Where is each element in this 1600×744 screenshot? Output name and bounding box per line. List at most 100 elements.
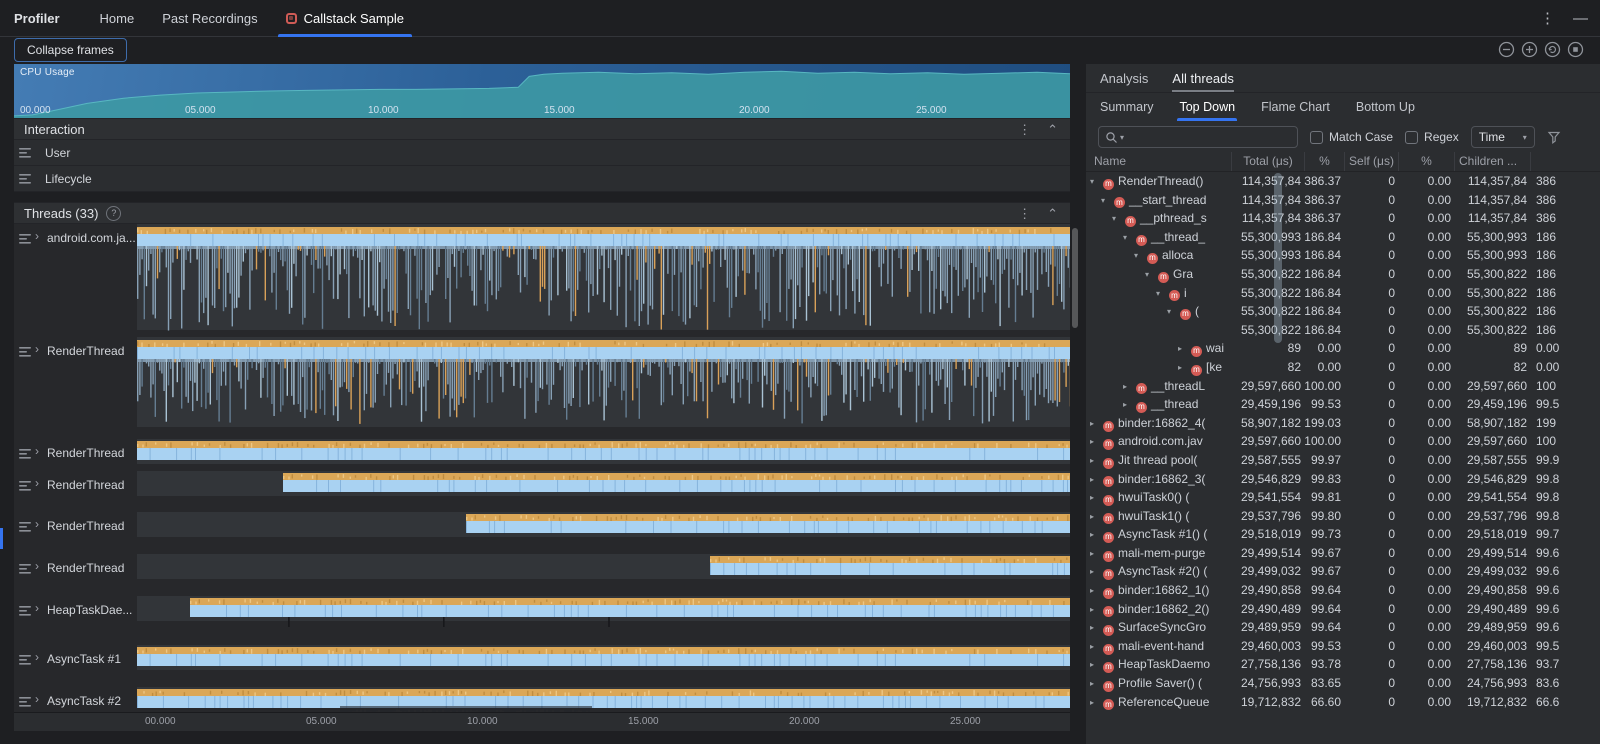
interaction-collapse-icon[interactable]: ⌃ bbox=[1047, 123, 1058, 136]
table-row[interactable]: ▾m__thread_55,300,993186.8400.0055,300,9… bbox=[1086, 228, 1600, 247]
tree-collapse-icon[interactable]: ▾ bbox=[1145, 266, 1157, 284]
tree-collapse-icon[interactable]: ▾ bbox=[1101, 192, 1113, 210]
tree-expand-icon[interactable]: ▸ bbox=[1090, 601, 1102, 619]
table-row[interactable]: ▸mHeapTaskDaemo27,758,13693.7800.0027,75… bbox=[1086, 655, 1600, 674]
thread-row[interactable]: ›android.com.ja... bbox=[14, 224, 1070, 330]
help-icon[interactable]: ? bbox=[106, 206, 121, 221]
table-row[interactable]: ▸mmali-mem-purge29,499,51499.6700.0029,4… bbox=[1086, 544, 1600, 563]
table-row[interactable]: ▸mandroid.com.jav29,597,660100.0000.0029… bbox=[1086, 432, 1600, 451]
tab-bottom-up[interactable]: Bottom Up bbox=[1356, 93, 1415, 121]
table-row[interactable]: ▸mwai890.0000.00890.00 bbox=[1086, 339, 1600, 358]
tab-analysis[interactable]: Analysis bbox=[1100, 64, 1148, 92]
time-dropdown[interactable]: Time ▾ bbox=[1471, 126, 1535, 148]
table-row[interactable]: ▸mbinder:16862_4(58,907,182199.0300.0058… bbox=[1086, 414, 1600, 433]
table-row[interactable]: ▾m__start_thread114,357,84386.3700.00114… bbox=[1086, 191, 1600, 210]
thread-row[interactable]: ›RenderThread bbox=[14, 439, 1070, 464]
thread-track[interactable] bbox=[137, 687, 1070, 708]
thread-track[interactable] bbox=[137, 439, 1070, 464]
column-header-pct-cut[interactable]: % bbox=[1398, 152, 1454, 171]
search-field[interactable]: ▾ bbox=[1098, 126, 1298, 148]
tree-collapse-icon[interactable]: ▾ bbox=[1123, 229, 1135, 247]
thread-row[interactable]: ›AsyncTask #1 bbox=[14, 645, 1070, 670]
search-input[interactable] bbox=[1128, 129, 1291, 145]
minimize-icon[interactable]: — bbox=[1573, 11, 1588, 26]
table-row[interactable]: ▸m__thread29,459,19699.5300.0029,459,196… bbox=[1086, 395, 1600, 414]
chevron-right-icon[interactable]: › bbox=[35, 559, 39, 573]
threads-header[interactable]: Threads (33) ? ⋮ ⌃ bbox=[14, 202, 1070, 224]
threads-kebab-icon[interactable]: ⋮ bbox=[1018, 207, 1031, 220]
tree-expand-icon[interactable]: ▸ bbox=[1090, 656, 1102, 674]
tree-expand-icon[interactable]: ▸ bbox=[1090, 694, 1102, 712]
column-header-self-s[interactable]: Self (μs) bbox=[1344, 152, 1398, 171]
tree-expand-icon[interactable]: ▸ bbox=[1090, 452, 1102, 470]
chevron-right-icon[interactable]: › bbox=[35, 650, 39, 664]
tree-expand-icon[interactable]: ▸ bbox=[1090, 619, 1102, 637]
zoom-to-selection-icon[interactable] bbox=[1567, 41, 1584, 58]
tree-expand-icon[interactable]: ▸ bbox=[1090, 638, 1102, 656]
nav-tab-past-recordings[interactable]: Past Recordings bbox=[148, 0, 271, 36]
chevron-right-icon[interactable]: › bbox=[35, 692, 39, 706]
reset-zoom-icon[interactable] bbox=[1544, 41, 1561, 58]
tree-expand-icon[interactable]: ▸ bbox=[1123, 378, 1135, 396]
thread-row[interactable]: ›AsyncTask #2 bbox=[14, 687, 1070, 708]
table-row[interactable]: ▸m[ke820.0000.00820.00 bbox=[1086, 358, 1600, 377]
tree-expand-icon[interactable]: ▸ bbox=[1090, 471, 1102, 489]
thread-track[interactable] bbox=[137, 596, 1070, 621]
table-row[interactable]: ▸mhwuiTask0() (29,541,55499.8100.0029,54… bbox=[1086, 488, 1600, 507]
tree-collapse-icon[interactable]: ▾ bbox=[1134, 247, 1146, 265]
interaction-row-lifecycle[interactable]: Lifecycle bbox=[14, 166, 1070, 192]
chevron-right-icon[interactable]: › bbox=[35, 517, 39, 531]
table-row[interactable]: ▸m__threadL29,597,660100.0000.0029,597,6… bbox=[1086, 377, 1600, 396]
tree-expand-icon[interactable]: ▸ bbox=[1090, 582, 1102, 600]
thread-track[interactable] bbox=[137, 645, 1070, 670]
cpu-usage-chart[interactable]: CPU Usage 00.00005.00010.00015.00020.000… bbox=[14, 64, 1070, 118]
table-row[interactable]: ▾m__pthread_s114,357,84386.3700.00114,35… bbox=[1086, 209, 1600, 228]
tree-collapse-icon[interactable]: ▾ bbox=[1167, 303, 1179, 321]
collapse-frames-button[interactable]: Collapse frames bbox=[14, 38, 127, 62]
chevron-right-icon[interactable]: › bbox=[35, 444, 39, 458]
tree-expand-icon[interactable]: ▸ bbox=[1090, 563, 1102, 581]
tree-expand-icon[interactable]: ▸ bbox=[1123, 396, 1135, 414]
table-scrollbar-thumb[interactable] bbox=[1274, 173, 1282, 343]
table-row[interactable]: ▸mReferenceQueue19,712,83266.6000.0019,7… bbox=[1086, 693, 1600, 712]
table-row[interactable]: ▸mAsyncTask #1() (29,518,01999.7300.0029… bbox=[1086, 525, 1600, 544]
nav-tab-home[interactable]: Home bbox=[86, 0, 149, 36]
regex-checkbox[interactable]: Regex bbox=[1405, 130, 1459, 144]
tree-expand-icon[interactable]: ▸ bbox=[1090, 489, 1102, 507]
thread-row[interactable]: ›RenderThread bbox=[14, 554, 1070, 579]
chevron-right-icon[interactable]: › bbox=[35, 229, 39, 243]
tree-collapse-icon[interactable]: ▾ bbox=[1090, 173, 1102, 191]
tab-flame-chart[interactable]: Flame Chart bbox=[1261, 93, 1330, 121]
thread-row[interactable]: ›RenderThread bbox=[14, 337, 1070, 427]
tree-collapse-icon[interactable]: ▾ bbox=[1112, 210, 1124, 228]
column-header-pct-cut[interactable]: % bbox=[1304, 152, 1344, 171]
timeline-scrollbar-thumb[interactable] bbox=[1072, 228, 1078, 328]
table-row[interactable]: ▾mRenderThread()114,357,84386.3700.00114… bbox=[1086, 172, 1600, 191]
tree-expand-icon[interactable]: ▸ bbox=[1178, 340, 1190, 358]
thread-track[interactable] bbox=[137, 512, 1070, 537]
table-row[interactable]: ▾m(55,300,822186.8400.0055,300,822186 bbox=[1086, 302, 1600, 321]
thread-row[interactable]: ›RenderThread bbox=[14, 512, 1070, 537]
table-row[interactable]: ▸mSurfaceSyncGro29,489,95999.6400.0029,4… bbox=[1086, 618, 1600, 637]
table-row[interactable]: ▸mProfile Saver() (24,756,99383.6500.002… bbox=[1086, 674, 1600, 693]
table-row[interactable]: ▸mJit thread pool(29,587,55599.9700.0029… bbox=[1086, 451, 1600, 470]
tree-expand-icon[interactable]: ▸ bbox=[1090, 433, 1102, 451]
thread-track[interactable] bbox=[137, 337, 1070, 427]
table-row[interactable]: ▾malloca55,300,993186.8400.0055,300,9931… bbox=[1086, 246, 1600, 265]
thread-track[interactable] bbox=[137, 224, 1070, 330]
tree-expand-icon[interactable]: ▸ bbox=[1090, 526, 1102, 544]
chevron-right-icon[interactable]: › bbox=[35, 342, 39, 356]
column-header-pct-cut[interactable] bbox=[1530, 152, 1598, 171]
table-row[interactable]: 55,300,822186.8400.0055,300,822186 bbox=[1086, 321, 1600, 340]
thread-track[interactable] bbox=[137, 471, 1070, 496]
tree-expand-icon[interactable]: ▸ bbox=[1178, 359, 1190, 377]
column-header-children[interactable]: Children ... bbox=[1454, 152, 1530, 171]
thread-row[interactable]: ›RenderThread bbox=[14, 471, 1070, 496]
tab-all-threads[interactable]: All threads bbox=[1172, 64, 1233, 92]
table-row[interactable]: ▾mi55,300,822186.8400.0055,300,822186 bbox=[1086, 284, 1600, 303]
tab-top-down[interactable]: Top Down bbox=[1179, 93, 1235, 121]
table-row[interactable]: ▸mAsyncTask #2() (29,499,03299.6700.0029… bbox=[1086, 562, 1600, 581]
search-options-caret-icon[interactable]: ▾ bbox=[1120, 133, 1124, 142]
nav-tab-callstack-sample[interactable]: Callstack Sample bbox=[272, 0, 418, 36]
filter-icon[interactable] bbox=[1547, 130, 1561, 144]
